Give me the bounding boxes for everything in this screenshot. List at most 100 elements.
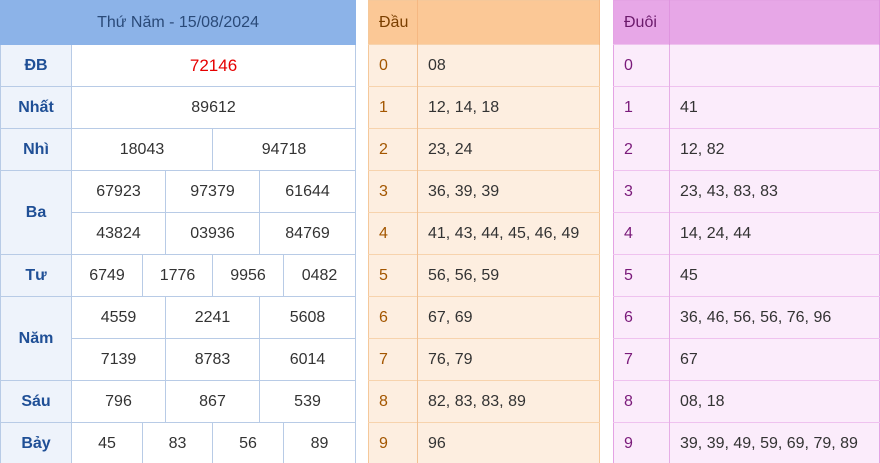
prize-number: 03936 <box>165 212 260 255</box>
duoi-numbers: 67 <box>669 338 880 381</box>
duoi-numbers: 23, 43, 83, 83 <box>669 170 880 213</box>
duoi-numbers: 14, 24, 44 <box>669 212 880 255</box>
dau-numbers: 36, 39, 39 <box>417 170 600 213</box>
duoi-key: 9 <box>613 422 670 463</box>
duoi-row: 4 14, 24, 44 <box>613 212 880 255</box>
duoi-row: 1 41 <box>613 86 880 129</box>
duoi-numbers: 45 <box>669 254 880 297</box>
prize-number: 43824 <box>71 212 166 255</box>
prize-number: 61644 <box>258 170 357 213</box>
duoi-row: 5 45 <box>613 254 880 297</box>
duoi-row: 2 12, 82 <box>613 128 880 171</box>
prize-label: Tư <box>0 254 72 297</box>
prize-label: ĐB <box>0 44 72 87</box>
dau-key: 0 <box>368 44 418 87</box>
prize-number: 1776 <box>142 254 213 297</box>
duoi-numbers: 41 <box>669 86 880 129</box>
dau-row: 8 82, 83, 83, 89 <box>368 380 600 423</box>
duoi-numbers: 39, 39, 49, 59, 69, 79, 89 <box>669 422 880 463</box>
prize-number: 539 <box>258 380 357 423</box>
dau-key: 9 <box>368 422 418 463</box>
dau-key: 1 <box>368 86 418 129</box>
prize-number: 97379 <box>165 170 260 213</box>
dau-numbers: 08 <box>417 44 600 87</box>
dau-key: 3 <box>368 170 418 213</box>
prize-number: 2241 <box>165 296 260 339</box>
dau-row: 6 67, 69 <box>368 296 600 339</box>
prize-label: Năm <box>0 296 72 381</box>
prize-table: Thứ Năm - 15/08/2024 ĐB 72146 Nhất 89612… <box>0 0 357 463</box>
prize-number: 56 <box>212 422 284 463</box>
dau-key: 5 <box>368 254 418 297</box>
prize-number: 8783 <box>165 338 260 381</box>
dau-key: 4 <box>368 212 418 255</box>
prize-number: 45 <box>71 422 143 463</box>
prize-row-bay: Bảy 45 83 56 89 <box>0 422 357 463</box>
prize-number: 4559 <box>71 296 166 339</box>
duoi-numbers: 08, 18 <box>669 380 880 423</box>
prize-number: 94718 <box>211 128 357 171</box>
dau-table: Đầu 0 08 1 12, 14, 18 2 23, 24 3 36, 39, 39 … <box>368 0 600 463</box>
dau-key: 8 <box>368 380 418 423</box>
dau-numbers: 12, 14, 18 <box>417 86 600 129</box>
duoi-key: 5 <box>613 254 670 297</box>
duoi-row: 9 39, 39, 49, 59, 69, 79, 89 <box>613 422 880 463</box>
duoi-row: 8 08, 18 <box>613 380 880 423</box>
duoi-table: Đuôi 0 1 41 2 12, 82 3 23, 43, 83, 83 4 14, … <box>613 0 880 463</box>
prize-number: 89 <box>282 422 357 463</box>
duoi-key: 8 <box>613 380 670 423</box>
prize-row-sau: Sáu 796 867 539 <box>0 380 357 423</box>
prize-row-db: ĐB 72146 <box>0 44 357 87</box>
special-prize-number: 72146 <box>70 44 357 87</box>
prize-row-nhat: Nhất 89612 <box>0 86 357 129</box>
prize-label: Bảy <box>0 422 72 463</box>
duoi-row: 7 67 <box>613 338 880 381</box>
prize-number: 6014 <box>258 338 357 381</box>
dau-row: 3 36, 39, 39 <box>368 170 600 213</box>
prize-label: Ba <box>0 170 72 255</box>
duoi-title: Đuôi <box>613 0 670 45</box>
dau-key: 2 <box>368 128 418 171</box>
duoi-key: 1 <box>613 86 670 129</box>
prize-row-nam: Năm 4559 2241 5608 <box>0 296 357 381</box>
prize-number: 0482 <box>282 254 357 297</box>
prize-number: 7139 <box>71 338 166 381</box>
prize-number: 89612 <box>70 86 357 129</box>
dau-header-blank <box>417 0 600 45</box>
dau-row: 2 23, 24 <box>368 128 600 171</box>
prize-number: 867 <box>165 380 260 423</box>
prize-number: 9956 <box>212 254 284 297</box>
prize-number: 18043 <box>71 128 213 171</box>
duoi-row: 3 23, 43, 83, 83 <box>613 170 880 213</box>
duoi-numbers <box>669 44 880 87</box>
dau-numbers: 96 <box>417 422 600 463</box>
dau-row: 4 41, 43, 44, 45, 46, 49 <box>368 212 600 255</box>
dau-numbers: 76, 79 <box>417 338 600 381</box>
prize-number: 84769 <box>258 212 357 255</box>
prize-label: Nhì <box>0 128 72 171</box>
duoi-key: 7 <box>613 338 670 381</box>
duoi-numbers: 12, 82 <box>669 128 880 171</box>
prize-row-nhi: Nhì 18043 94718 <box>0 128 357 171</box>
dau-numbers: 23, 24 <box>417 128 600 171</box>
duoi-key: 0 <box>613 44 670 87</box>
duoi-header-blank <box>669 0 880 45</box>
dau-numbers: 82, 83, 83, 89 <box>417 380 600 423</box>
duoi-key: 6 <box>613 296 670 339</box>
prize-row-ba: Ba 67923 97379 61644 <box>0 170 357 255</box>
prize-number: 5608 <box>258 296 357 339</box>
duoi-key: 2 <box>613 128 670 171</box>
draw-date-title: Thứ Năm - 15/08/2024 <box>0 0 357 45</box>
duoi-key: 4 <box>613 212 670 255</box>
duoi-numbers: 36, 46, 56, 56, 76, 96 <box>669 296 880 339</box>
duoi-row: 6 36, 46, 56, 56, 76, 96 <box>613 296 880 339</box>
dau-row: 9 96 <box>368 422 600 463</box>
prize-number: 796 <box>71 380 166 423</box>
prize-number: 67923 <box>71 170 166 213</box>
dau-row: 0 08 <box>368 44 600 87</box>
dau-numbers: 56, 56, 59 <box>417 254 600 297</box>
dau-numbers: 67, 69 <box>417 296 600 339</box>
dau-numbers: 41, 43, 44, 45, 46, 49 <box>417 212 600 255</box>
dau-row: 5 56, 56, 59 <box>368 254 600 297</box>
prize-label: Sáu <box>0 380 72 423</box>
